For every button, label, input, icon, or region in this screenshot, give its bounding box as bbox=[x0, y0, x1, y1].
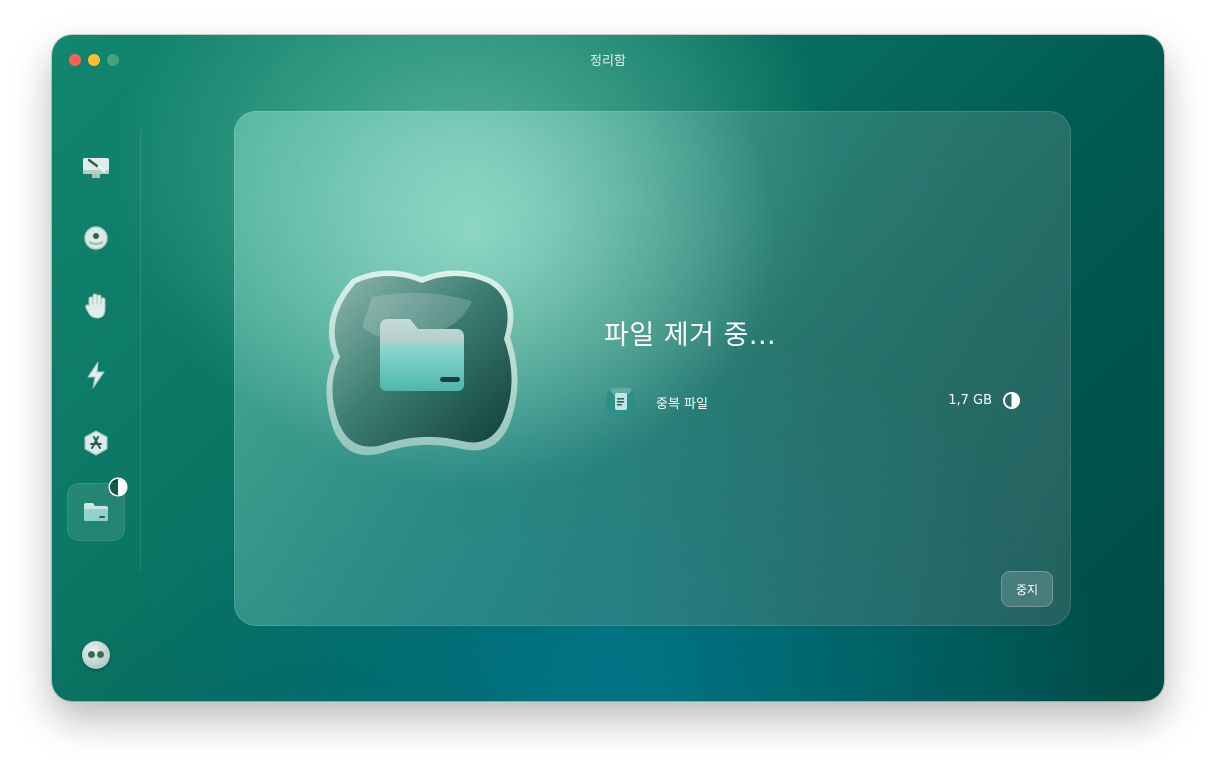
main-panel: 파일 제거 중... 중복 파일 1,7 GB 중지 bbox=[234, 111, 1071, 626]
sidebar-item-performance[interactable] bbox=[74, 353, 118, 397]
sidebar-item-protection[interactable] bbox=[74, 284, 118, 328]
sidebar-item-applications[interactable] bbox=[74, 421, 118, 465]
assistant-icon[interactable] bbox=[82, 641, 110, 669]
status-title: 파일 제거 중... bbox=[604, 320, 777, 351]
sidebar-item-cleanup[interactable] bbox=[74, 216, 118, 260]
monitor-brush-icon bbox=[83, 158, 109, 178]
hand-icon bbox=[85, 293, 106, 319]
duplicate-file-icon bbox=[606, 387, 636, 417]
app-window: 정리함 파일 제거 중... 중복 파일 1,7 GB 중지 bbox=[52, 35, 1164, 701]
task-label: 중복 파일 bbox=[656, 397, 708, 412]
stop-button[interactable]: 중지 bbox=[1001, 571, 1053, 607]
lightning-icon bbox=[87, 361, 105, 389]
bubble-icon bbox=[84, 226, 108, 250]
folder-hero-icon bbox=[326, 270, 518, 456]
task-row-duplicates: 중복 파일 1,7 GB bbox=[604, 383, 1022, 419]
folder-icon bbox=[84, 503, 108, 521]
task-progress-indicator bbox=[1003, 392, 1020, 409]
window-title: 정리함 bbox=[590, 54, 626, 69]
app-store-icon bbox=[84, 430, 108, 456]
sidebar-item-smart-scan[interactable] bbox=[74, 146, 118, 190]
sidebar-divider bbox=[140, 130, 141, 570]
task-size: 1,7 GB bbox=[948, 393, 992, 408]
clutter-progress-indicator bbox=[110, 479, 126, 495]
